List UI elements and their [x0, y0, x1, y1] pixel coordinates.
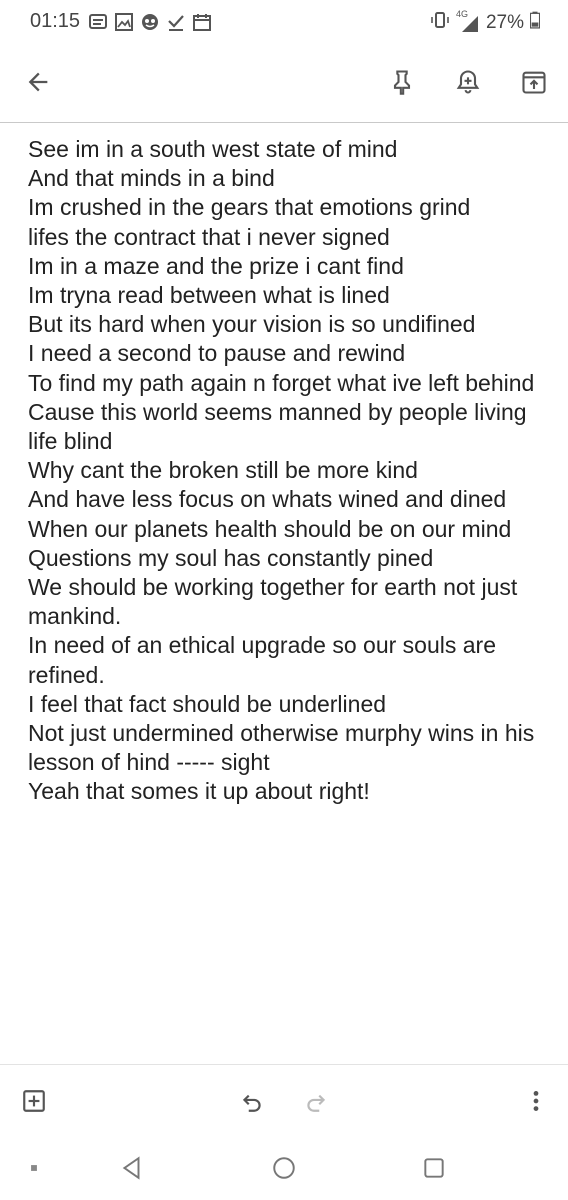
app-icon [140, 12, 160, 37]
note-line: Questions my soul has constantly pined [28, 544, 434, 571]
back-triangle-icon [122, 1156, 140, 1180]
note-line: And have less focus on whats wined and d… [28, 486, 507, 513]
status-right: 4G 27% [430, 9, 541, 36]
more-options-button[interactable] [520, 1085, 552, 1117]
note-line: Yeah that somes it up about right! [28, 778, 370, 805]
note-line: See im in a south west state of mind [28, 136, 398, 162]
redo-icon [307, 1094, 326, 1112]
note-toolbar [0, 44, 568, 123]
note-line: To find my path again n forget what ive … [28, 369, 535, 396]
note-line: lifes the contract that i never signed [28, 223, 390, 250]
note-line: I need a second to pause and rewind [28, 340, 406, 367]
note-line: Not just undermined otherwise murphy win… [28, 720, 535, 776]
battery-percent: 27% [485, 12, 524, 33]
editor-bottom-bar [0, 1064, 568, 1135]
note-line: When our planets health should be on our… [28, 515, 512, 542]
image-icon [114, 12, 134, 37]
add-box-icon [23, 1090, 45, 1112]
note-line: Im crushed in the gears that emotions gr… [28, 194, 471, 221]
more-vert-icon [533, 1091, 539, 1111]
signal-icon: 4G [456, 9, 480, 33]
note-line: Cause this world seems manned by people … [28, 398, 527, 455]
note-line: I feel that fact should be underlined [28, 690, 387, 717]
overview-square-icon [424, 1158, 444, 1178]
back-arrow-icon [28, 72, 48, 92]
note-line: But its hard when your vision is so undi… [28, 311, 476, 338]
reminder-button[interactable] [450, 64, 486, 100]
recents-dot-button[interactable] [18, 1152, 50, 1184]
undo-icon [242, 1094, 261, 1112]
system-nav-bar [0, 1134, 568, 1200]
note-line: Im in a maze and the prize i cant find [28, 252, 404, 279]
notification-icons [88, 12, 212, 37]
note-line: In need of an ethical upgrade so our sou… [28, 632, 496, 688]
pin-button[interactable] [384, 64, 420, 100]
status-time: 01:15 [30, 10, 81, 32]
pin-icon [393, 70, 411, 95]
nav-home-button[interactable] [268, 1152, 300, 1184]
note-line: And that minds in a bind [28, 165, 275, 192]
undo-button[interactable] [236, 1085, 268, 1117]
reminder-bell-icon [456, 70, 480, 94]
nav-overview-button[interactable] [418, 1152, 450, 1184]
note-line: We should be working together for earth … [28, 574, 518, 630]
add-content-button[interactable] [18, 1085, 50, 1117]
note-body[interactable]: See im in a south west state of mind And … [28, 135, 548, 807]
message-icon [88, 12, 108, 37]
vibrate-icon [430, 10, 450, 36]
calendar-icon [192, 12, 212, 37]
back-button[interactable] [20, 64, 56, 100]
status-bar: 01:15 4G 27% [0, 0, 568, 44]
nav-back-button[interactable] [116, 1152, 148, 1184]
recents-dot-icon [31, 1165, 37, 1171]
archive-button[interactable] [516, 64, 552, 100]
archive-icon [522, 71, 546, 94]
battery-icon [529, 10, 541, 36]
home-circle-icon [273, 1157, 295, 1179]
note-line: Im tryna read between what is lined [28, 282, 390, 309]
note-line: Why cant the broken still be more kind [28, 457, 418, 484]
check-icon [166, 12, 186, 37]
redo-button[interactable] [300, 1085, 332, 1117]
